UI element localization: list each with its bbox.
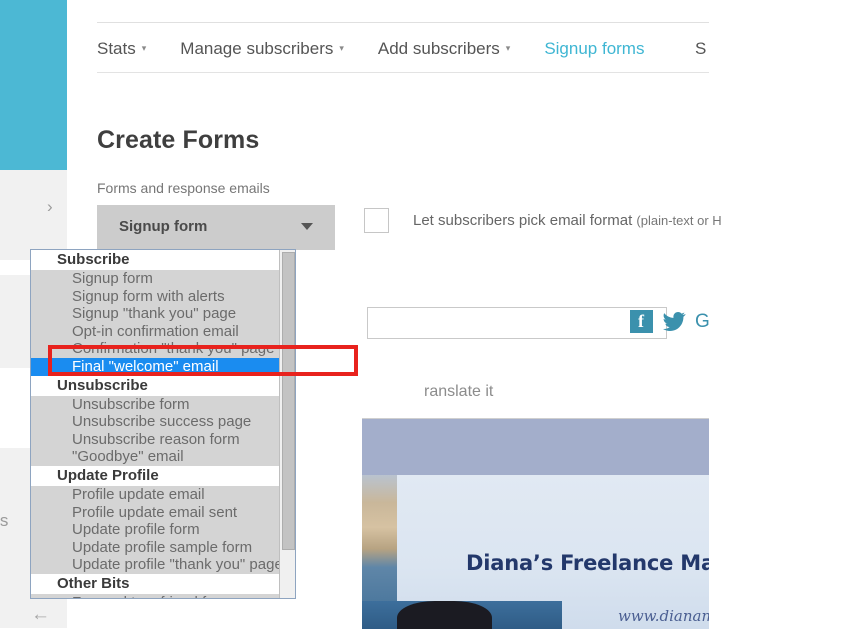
nav-item-label: Manage subscribers: [180, 39, 334, 58]
form-type-select-value: Signup form: [119, 218, 208, 235]
twitter-icon[interactable]: [662, 310, 686, 333]
nav-item-label: Add subscribers: [377, 39, 500, 58]
email-format-label: Let subscribers pick email format (plain…: [413, 212, 722, 229]
form-type-select[interactable]: Signup form: [97, 205, 335, 250]
dropdown-option[interactable]: Signup form with alerts: [31, 287, 281, 306]
dropdown-option[interactable]: Forward to a friend form: [31, 593, 281, 598]
googleplus-icon[interactable]: G: [695, 310, 710, 333]
facebook-glyph: f: [638, 311, 644, 331]
form-preview-panel: Diana’s Freelance Marketing www.dianamar…: [362, 418, 709, 629]
forms-section-label: Forms and response emails: [97, 180, 270, 196]
dropdown-group-header: Subscribe: [31, 250, 281, 270]
dropdown-option[interactable]: Update profile form: [31, 521, 281, 539]
chevron-down-icon: [301, 223, 313, 230]
preview-brand-title: Diana’s Freelance Marketing: [466, 551, 709, 575]
dropdown-option[interactable]: Confirmation "thank you" page: [31, 340, 281, 358]
dropdown-scrollbar[interactable]: [279, 250, 295, 598]
chevron-right-icon[interactable]: ›: [47, 198, 53, 215]
page-title: Create Forms: [97, 126, 260, 154]
dropdown-options-container: Subscribe Signup form Signup form with ale…: [31, 250, 283, 598]
teal-accent-block: [0, 0, 67, 170]
arrow-left-icon[interactable]: ←: [31, 605, 50, 624]
nav-divider: [97, 72, 709, 73]
nav-item-label: Stats: [97, 39, 136, 58]
dropdown-option[interactable]: Update profile "thank you" page: [31, 556, 283, 574]
left-grey-panel-top: [0, 170, 67, 260]
chevron-down-icon: ▾: [339, 42, 344, 53]
dropdown-group-header: Other Bits: [31, 573, 281, 594]
dropdown-group-header: Update Profile: [31, 465, 281, 486]
dropdown-option[interactable]: Unsubscribe form: [31, 395, 281, 414]
dropdown-scrollbar-thumb[interactable]: [282, 252, 295, 550]
dropdown-option[interactable]: Unsubscribe reason form: [31, 430, 281, 449]
social-share-icons: f G: [630, 310, 719, 333]
preview-header-band: [362, 419, 709, 475]
chevron-down-icon: ▾: [141, 42, 147, 53]
nav-item-manage-subscribers[interactable]: Manage subscribers ▾: [180, 32, 344, 67]
nav-item-cut-off[interactable]: S: [695, 32, 706, 66]
dropdown-option[interactable]: Signup "thank you" page: [31, 305, 281, 323]
dropdown-option[interactable]: Opt-in confirmation email: [31, 322, 281, 341]
dropdown-option[interactable]: Signup form: [31, 270, 281, 288]
left-cut-text: rs: [0, 511, 9, 530]
form-type-dropdown-list[interactable]: Subscribe Signup form Signup form with ale…: [30, 249, 296, 599]
form-text-input[interactable]: [367, 307, 667, 339]
dropdown-group-header: Unsubscribe: [31, 375, 281, 396]
dropdown-option[interactable]: Final "welcome" email: [31, 357, 281, 376]
email-format-checkbox[interactable]: [364, 208, 389, 233]
dropdown-option[interactable]: Update profile sample form: [31, 538, 281, 557]
dropdown-option[interactable]: Profile update email sent: [31, 503, 281, 522]
dropdown-option[interactable]: Unsubscribe success page: [31, 413, 281, 431]
dropdown-option[interactable]: "Goodbye" email: [31, 448, 281, 466]
preview-person-photo: [397, 601, 492, 629]
nav-item-signup-forms[interactable]: Signup forms: [544, 32, 644, 66]
email-format-label-main: Let subscribers pick email format: [413, 212, 637, 229]
email-format-option-row: Let subscribers pick email format (plain…: [364, 208, 722, 233]
dropdown-option[interactable]: Profile update email: [31, 485, 281, 504]
translate-link-text[interactable]: ranslate it: [424, 383, 493, 401]
nav-item-add-subscribers[interactable]: Add subscribers ▾: [378, 32, 510, 67]
preview-brand-url: www.dianamarinov: [618, 607, 709, 625]
nav-item-stats[interactable]: Stats ▾: [97, 32, 146, 67]
top-divider: [97, 22, 709, 23]
email-format-label-sub: (plain-text or H: [636, 213, 722, 228]
nav-item-label: Signup forms: [544, 39, 645, 58]
facebook-icon[interactable]: f: [630, 310, 653, 333]
chevron-down-icon: ▾: [505, 42, 511, 53]
primary-nav: Stats ▾ Manage subscribers ▾ Add subscribe…: [97, 32, 678, 68]
